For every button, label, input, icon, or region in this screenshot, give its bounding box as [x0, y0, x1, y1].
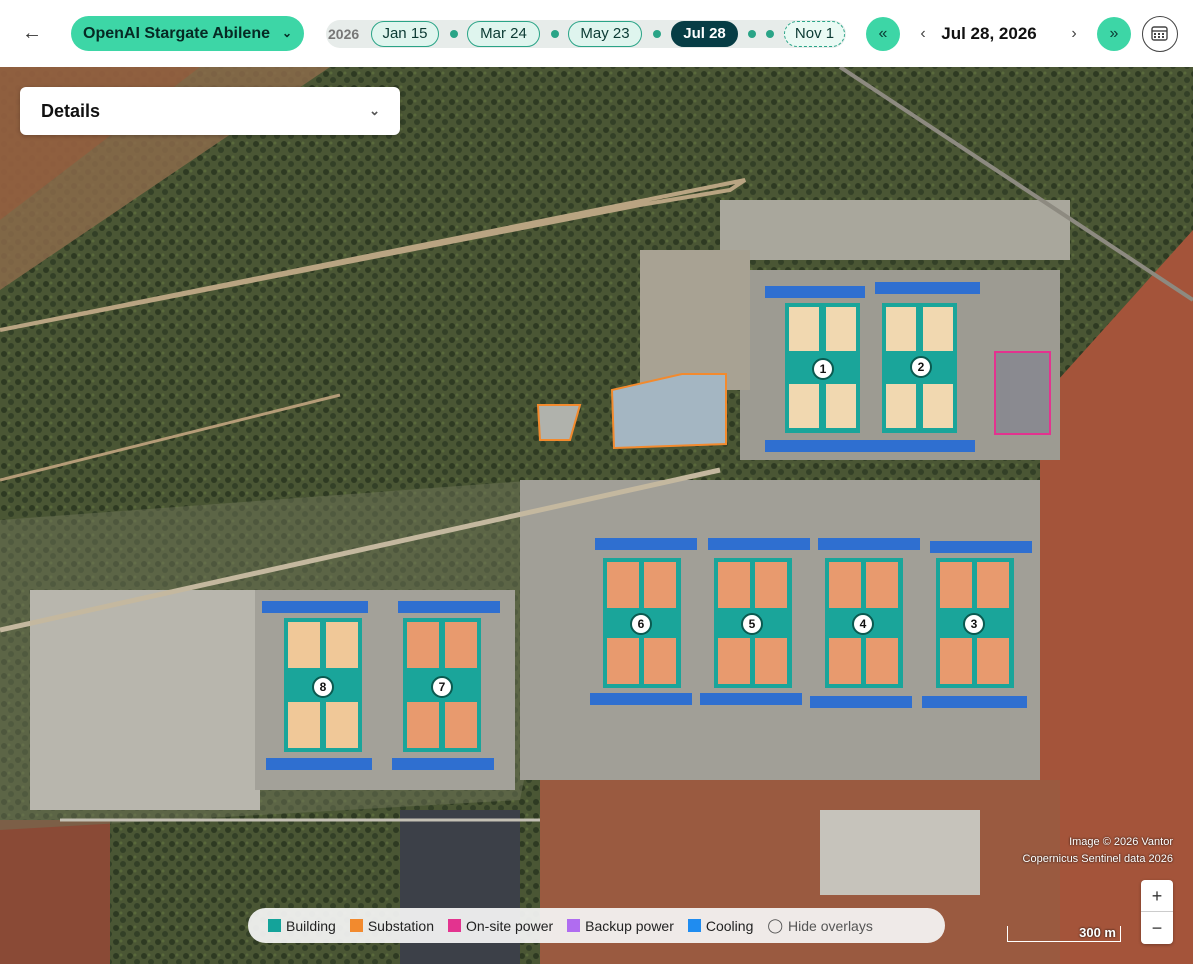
building-marker-label: 3	[970, 617, 978, 631]
timeline-year: 2026	[328, 26, 360, 42]
timeline-dot[interactable]	[766, 30, 774, 38]
legend-label: On-site power	[466, 917, 554, 934]
building-marker-label: 7	[438, 680, 446, 694]
last-date-icon[interactable]: »	[1097, 17, 1131, 51]
back-arrow-icon[interactable]: ←	[22, 21, 46, 45]
timeline-date-jul28[interactable]: Jul 28	[671, 21, 738, 47]
building-marker-6[interactable]: 6	[630, 613, 652, 635]
building-marker-5[interactable]: 5	[741, 613, 763, 635]
first-date-icon[interactable]: «	[866, 17, 900, 51]
legend-substation[interactable]: Substation	[349, 917, 434, 934]
chevron-down-icon: ⌄	[369, 103, 380, 118]
details-dropdown[interactable]: Details ⌄	[20, 87, 400, 135]
hide-overlays-label: Hide overlays	[788, 917, 873, 934]
calendar-icon[interactable]	[1142, 16, 1178, 52]
top-bar: ← OpenAI Stargate Abilene ⌄ 2026 Jan 15 …	[0, 0, 1193, 67]
legend-label: Backup power	[585, 917, 674, 934]
map-legend: Building Substation On-site power Backup…	[248, 908, 945, 943]
substation-swatch-icon	[349, 919, 363, 932]
timeline-dot[interactable]	[748, 30, 756, 38]
building-swatch-icon	[268, 919, 281, 932]
building-marker-4[interactable]: 4	[852, 613, 874, 635]
building-marker-label: 8	[319, 680, 327, 694]
hide-overlays-button[interactable]: ◯ Hide overlays	[767, 917, 873, 934]
building-marker-2[interactable]: 2	[910, 356, 932, 378]
scale-bar: 300 m	[1007, 926, 1121, 942]
current-date: Jul 28, 2026	[941, 24, 1037, 43]
site-selector[interactable]: OpenAI Stargate Abilene ⌄	[71, 16, 304, 51]
eye-off-icon: ◯	[767, 917, 784, 933]
building-marker-label: 5	[748, 617, 756, 631]
onsite-power-swatch-icon	[448, 919, 461, 932]
data-attribution: Copernicus Sentinel data 2026	[1022, 853, 1173, 865]
building-marker-label: 2	[917, 360, 925, 374]
building-marker-3[interactable]: 3	[963, 613, 985, 635]
legend-label: Building	[286, 917, 336, 934]
legend-backup-power[interactable]: Backup power	[567, 918, 674, 934]
building-marker-1[interactable]: 1	[812, 358, 834, 380]
scale-label: 300 m	[1079, 925, 1116, 940]
timeline: 2026 Jan 15 Mar 24 May 23 Jul 28 Nov 1	[326, 20, 846, 48]
previous-date-icon[interactable]: ‹	[913, 22, 933, 46]
details-label: Details	[41, 101, 101, 121]
zoom-in-icon[interactable]: +	[1141, 880, 1173, 912]
zoom-out-icon[interactable]: −	[1141, 912, 1173, 944]
timeline-dot[interactable]	[551, 30, 559, 38]
timeline-date-may23[interactable]: May 23	[568, 21, 642, 47]
next-date-icon[interactable]: ›	[1064, 22, 1084, 46]
site-name: OpenAI Stargate Abilene	[83, 25, 270, 42]
backup-power-swatch-icon	[567, 919, 581, 932]
image-attribution: Image © 2026 Vantor	[1069, 836, 1173, 848]
building-marker-label: 1	[819, 362, 827, 376]
chevron-down-icon: ⌄	[281, 26, 292, 40]
map-imagery	[0, 67, 1193, 964]
timeline-date-jan15[interactable]: Jan 15	[371, 21, 439, 47]
building-marker-8[interactable]: 8	[312, 676, 334, 698]
legend-label: Substation	[367, 917, 434, 934]
legend-label: Cooling	[705, 917, 754, 934]
timeline-dot[interactable]	[653, 30, 661, 38]
timeline-date-mar24[interactable]: Mar 24	[467, 21, 540, 47]
legend-building[interactable]: Building	[268, 918, 336, 934]
legend-onsite-power[interactable]: On-site power	[448, 918, 553, 934]
zoom-control: + −	[1141, 880, 1173, 944]
timeline-date-nov1[interactable]: Nov 1	[784, 21, 845, 47]
timeline-dot[interactable]	[450, 30, 458, 38]
legend-cooling[interactable]: Cooling	[687, 917, 754, 934]
building-marker-7[interactable]: 7	[431, 676, 453, 698]
cooling-swatch-icon	[687, 919, 701, 932]
satellite-map[interactable]: 1 2 3 4 5 6 7 8	[0, 67, 1193, 964]
building-marker-label: 4	[859, 617, 867, 631]
building-marker-label: 6	[637, 617, 645, 631]
